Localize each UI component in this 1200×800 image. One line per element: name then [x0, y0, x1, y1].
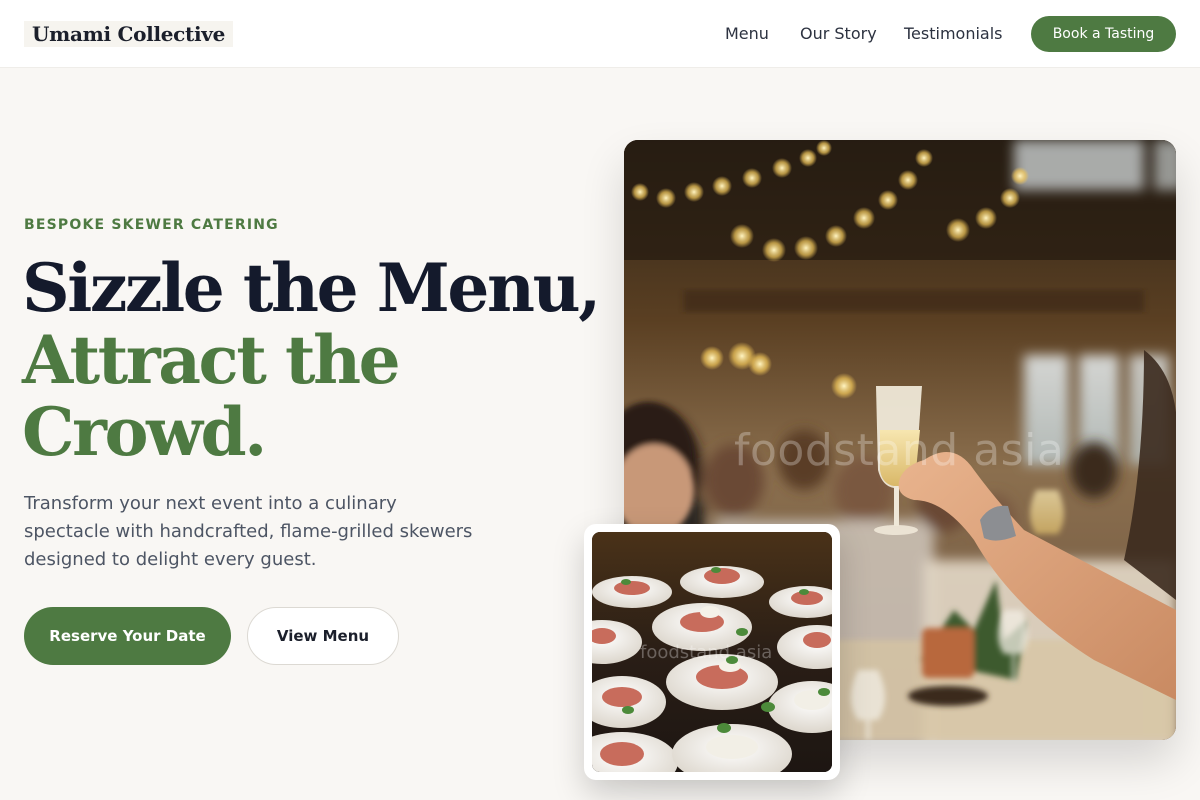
nav-link-our-story[interactable]: Our Story: [800, 24, 877, 44]
inset-photo-watermark: foodstand asia: [640, 642, 773, 663]
headline-line-2: Attract the: [22, 321, 401, 399]
view-menu-button[interactable]: View Menu: [247, 607, 399, 665]
hero-eyebrow: BESPOKE SKEWER CATERING: [24, 217, 279, 233]
nav-link-testimonials[interactable]: Testimonials: [904, 24, 1003, 44]
reserve-date-button[interactable]: Reserve Your Date: [24, 607, 231, 665]
book-tasting-button[interactable]: Book a Tasting: [1031, 16, 1176, 52]
hero-headline: Sizzle the Menu, Attract the Crowd.: [22, 249, 601, 471]
nav-link-menu[interactable]: Menu: [725, 24, 769, 44]
appetizer-photo-card: foodstand asia: [584, 524, 840, 780]
brand-logo[interactable]: Umami Collective: [24, 21, 234, 47]
site-header: Umami Collective Menu Our Story Testimon…: [0, 0, 1200, 68]
hero-subtext: Transform your next event into a culinar…: [24, 493, 473, 570]
photo-watermark: foodstand asia: [734, 425, 1065, 476]
headline-line-3: Crowd.: [22, 393, 267, 471]
appetizer-photo: foodstand asia: [592, 532, 832, 772]
headline-line-1: Sizzle the Menu,: [22, 249, 601, 327]
